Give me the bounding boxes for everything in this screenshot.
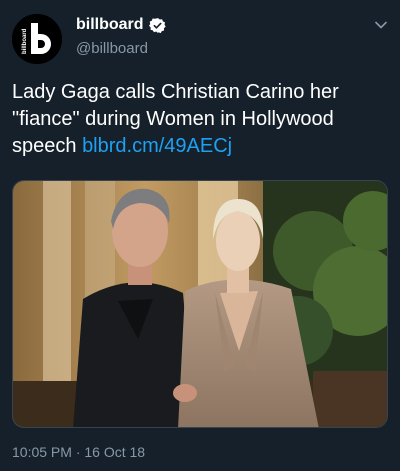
tweet-photo[interactable] [12,180,388,428]
tweet-header: billboard billboard @billboard [0,0,400,75]
billboard-logo-icon: billboard [12,14,62,64]
tweet-text: Lady Gaga calls Christian Carino her "fi… [12,79,388,160]
timestamp[interactable]: 10:05 PM · 16 Oct 18 [12,444,145,460]
avatar-logo-text: billboard [22,28,28,54]
verified-badge-icon [148,17,166,33]
name-row: billboard [76,16,166,34]
avatar[interactable]: billboard [12,14,62,64]
handle[interactable]: @billboard [76,40,148,57]
photo-image [13,181,387,427]
chevron-down-icon[interactable] [374,18,388,32]
display-name[interactable]: billboard [76,16,144,34]
tweet-link[interactable]: blbrd.cm/49AECj [82,135,232,157]
